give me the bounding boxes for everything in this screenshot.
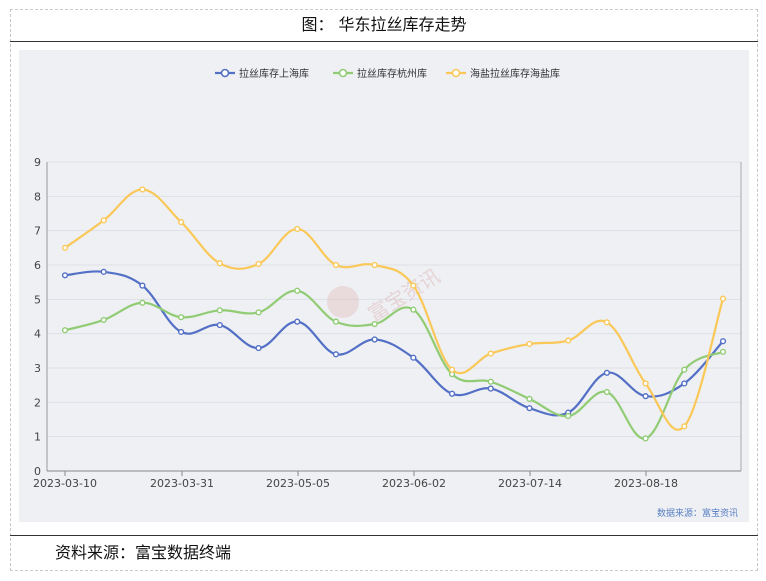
data-point [603, 388, 610, 396]
legend-marker-icon [220, 68, 230, 78]
legend-item: 拉丝库存杭州库 [333, 67, 427, 80]
watermark-logo-icon [327, 286, 359, 318]
data-point [526, 340, 533, 348]
x-tick-label: 2023-06-02 [382, 477, 446, 490]
data-point [178, 218, 185, 226]
data-point [681, 366, 688, 373]
data-point [255, 309, 262, 316]
data-point [410, 282, 417, 289]
legend-marker-icon [451, 68, 461, 78]
x-tick-label: 2023-08-18 [614, 477, 678, 490]
legend-label: 拉丝库存上海库 [239, 67, 309, 80]
data-point [216, 307, 223, 314]
data-point [332, 351, 340, 358]
data-point [487, 350, 494, 357]
y-tick-label: 3 [34, 362, 41, 375]
data-point [681, 423, 688, 430]
data-point [642, 380, 649, 387]
data-point [565, 412, 572, 420]
data-point [371, 336, 378, 343]
data-point [61, 244, 69, 251]
y-tick-label: 7 [34, 225, 41, 238]
axes: 01234567892023-03-10 2023-03-31 2023-05-05… [33, 156, 742, 490]
data-point [216, 260, 223, 267]
data-point [642, 393, 649, 400]
data-credit: 数据来源：富宝资讯 [657, 507, 738, 519]
source-divider [10, 535, 758, 536]
data-point [255, 260, 262, 268]
x-tick-label: 2023-03-10 [33, 477, 97, 490]
data-point [178, 328, 185, 336]
y-tick-label: 5 [34, 293, 41, 306]
data-point [719, 338, 727, 345]
data-point [487, 378, 494, 385]
data-point [448, 390, 456, 397]
y-tick-label: 6 [34, 259, 41, 272]
data-point [371, 261, 378, 269]
data-point [294, 318, 301, 325]
data-point [526, 395, 533, 403]
data-point [100, 268, 107, 275]
data-point [642, 435, 649, 442]
data-point [100, 217, 107, 224]
data-point [255, 344, 262, 352]
data-point [139, 282, 146, 289]
data-point [603, 319, 610, 326]
data-point [139, 299, 146, 306]
y-tick-label: 2 [34, 396, 41, 409]
legend-item: 海盐拉丝库存海盐库 [446, 67, 560, 80]
data-point [681, 380, 688, 387]
legend-label: 拉丝库存杭州库 [357, 67, 427, 80]
data-point [719, 348, 727, 355]
data-point [371, 320, 378, 328]
y-tick-label: 1 [34, 431, 41, 444]
data-point [294, 225, 301, 233]
data-point [410, 306, 417, 313]
data-point [178, 314, 185, 321]
data-point [448, 366, 456, 373]
x-tick-label: 2023-03-31 [150, 477, 214, 490]
data-point [332, 318, 340, 325]
data-point [216, 321, 223, 329]
data-point [719, 295, 727, 302]
data-point [61, 327, 69, 334]
legend-label: 海盐拉丝库存海盐库 [470, 67, 560, 80]
line-chart: 01234567892023-03-10 2023-03-31 2023-05-05… [33, 67, 742, 519]
y-tick-label: 4 [34, 328, 41, 341]
data-point [526, 405, 533, 412]
data-point [61, 272, 69, 279]
data-point [565, 337, 572, 344]
data-point [603, 369, 610, 376]
watermark: 富宝资讯 [327, 264, 445, 327]
y-tick-label: 9 [34, 156, 41, 169]
x-tick-label: 2023-05-05 [266, 477, 330, 490]
legend-marker-icon [338, 68, 348, 78]
data-point [487, 385, 494, 392]
x-tick-label: 2023-07-14 [498, 477, 562, 490]
data-point [100, 316, 107, 324]
data-point [139, 186, 146, 193]
legend: 拉丝库存上海库 拉丝库存杭州库 海盐拉丝库存海盐库 [215, 67, 560, 80]
watermark-text: 富宝资讯 [364, 264, 445, 327]
source-note: 资料来源：富宝数据终端 [55, 543, 232, 562]
legend-item: 拉丝库存上海库 [215, 67, 309, 80]
data-point [332, 261, 340, 269]
data-point [294, 287, 301, 294]
data-point [410, 354, 417, 361]
y-tick-label: 8 [34, 190, 41, 203]
